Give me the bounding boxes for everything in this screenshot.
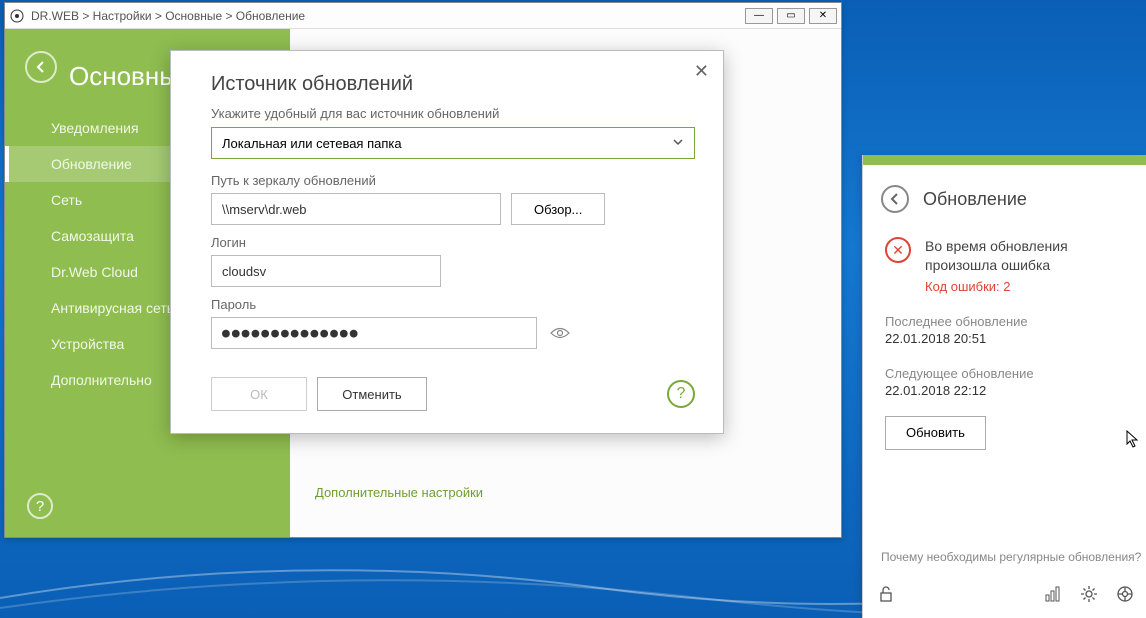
password-input[interactable] — [211, 317, 537, 349]
update-widget: Обновление ✕ Во время обновления произош… — [862, 155, 1146, 618]
next-update-value: 22.01.2018 22:12 — [885, 383, 1128, 398]
back-button[interactable] — [25, 51, 57, 83]
why-updates-link[interactable]: Почему необходимы регулярные обновления? — [881, 550, 1141, 564]
browse-button[interactable]: Обзор... — [511, 193, 605, 225]
login-input[interactable] — [211, 255, 441, 287]
update-now-button[interactable]: Обновить — [885, 416, 986, 450]
breadcrumb: DR.WEB > Настройки > Основные > Обновлен… — [31, 9, 305, 23]
widget-back-button[interactable] — [881, 185, 909, 213]
widget-accent-bar — [863, 155, 1146, 165]
update-source-dialog: ✕ Источник обновлений Укажите удобный дл… — [170, 50, 724, 434]
dialog-help-icon[interactable]: ? — [667, 380, 695, 408]
app-icon — [9, 8, 25, 24]
status-text: Во время обновления произошла ошибка — [925, 237, 1128, 275]
gear-icon[interactable] — [1080, 585, 1098, 608]
lock-icon[interactable] — [877, 585, 895, 608]
close-window-button[interactable]: ✕ — [809, 8, 837, 24]
next-update-label: Следующее обновление — [885, 366, 1128, 381]
dialog-subtitle: Укажите удобный для вас источник обновле… — [211, 106, 695, 121]
password-label: Пароль — [211, 297, 695, 312]
last-update-label: Последнее обновление — [885, 314, 1128, 329]
path-label: Путь к зеркалу обновлений — [211, 173, 695, 188]
help-icon[interactable]: ? — [27, 493, 53, 519]
maximize-button[interactable]: ▭ — [777, 8, 805, 24]
last-update-value: 22.01.2018 20:51 — [885, 331, 1128, 346]
source-dropdown[interactable]: Локальная или сетевая папка — [211, 127, 695, 159]
error-icon: ✕ — [885, 237, 911, 263]
support-icon[interactable] — [1116, 585, 1134, 608]
ok-button[interactable]: ОК — [211, 377, 307, 411]
show-password-icon[interactable] — [547, 320, 573, 346]
additional-settings-link[interactable]: Дополнительные настройки — [315, 485, 483, 500]
cancel-button[interactable]: Отменить — [317, 377, 427, 411]
stats-icon[interactable] — [1044, 585, 1062, 608]
widget-title: Обновление — [923, 189, 1027, 210]
chevron-down-icon — [672, 136, 684, 151]
login-label: Логин — [211, 235, 695, 250]
path-input[interactable] — [211, 193, 501, 225]
close-icon[interactable]: ✕ — [694, 61, 709, 82]
dialog-title: Источник обновлений — [211, 73, 695, 96]
minimize-button[interactable]: — — [745, 8, 773, 24]
error-code-link[interactable]: Код ошибки: 2 — [925, 279, 1128, 294]
dropdown-value: Локальная или сетевая папка — [222, 136, 402, 151]
title-bar: DR.WEB > Настройки > Основные > Обновлен… — [5, 3, 841, 29]
